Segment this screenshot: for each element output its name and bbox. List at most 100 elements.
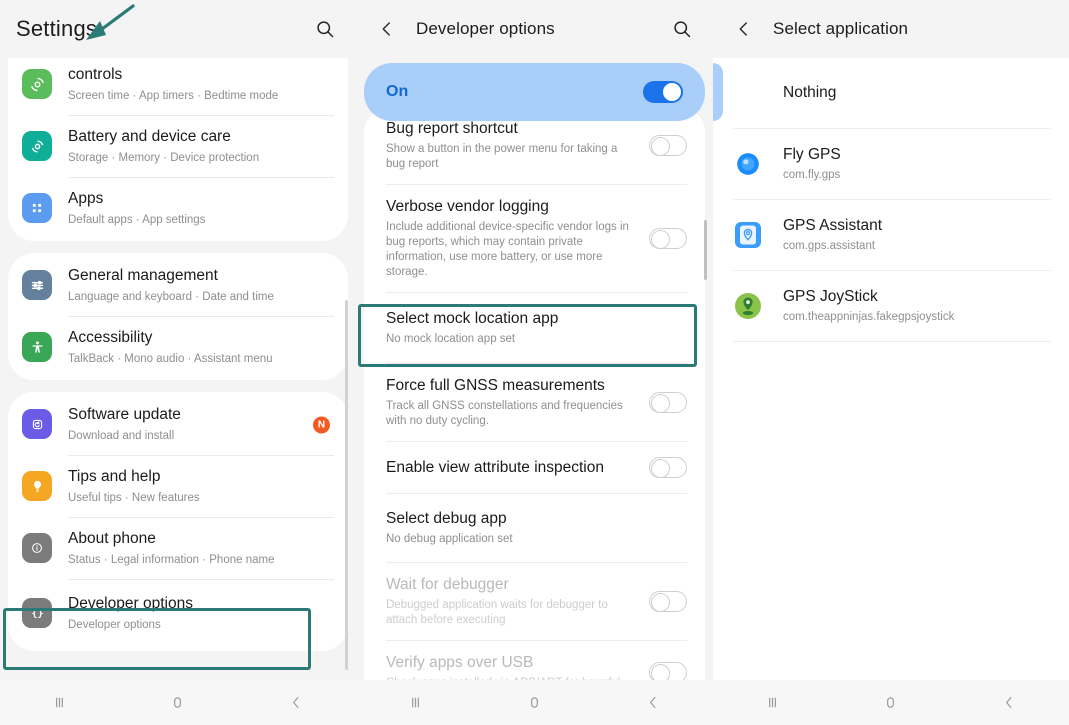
settings-item-label: Software update [68, 405, 334, 425]
settings-item-label: Apps [68, 189, 334, 209]
app-package: com.theappninjas.fakegpsjoystick [783, 309, 954, 325]
master-toggle-label: On [386, 83, 408, 101]
dev-item-label: Verify apps over USB [386, 653, 635, 673]
home-icon[interactable] [156, 681, 200, 725]
dev-item-wait-for-debugger: Wait for debugger Debugged application w… [364, 563, 705, 640]
toggle-switch[interactable] [649, 457, 687, 478]
back-chevron-icon[interactable] [729, 14, 759, 44]
dev-item-label: Select debug app [386, 509, 673, 529]
settings-item-label: Battery and device care [68, 127, 334, 147]
dev-item-sub: Show a button in the power menu for taki… [386, 142, 635, 172]
home-icon[interactable] [513, 681, 557, 725]
sidebar-item-general-management[interactable]: General management Language and keyboard… [8, 255, 348, 316]
settings-group-1: controls Screen time · App timers · Bedt… [8, 58, 348, 241]
toggle-switch[interactable] [649, 135, 687, 156]
settings-item-label: About phone [68, 529, 334, 549]
recents-icon[interactable] [394, 681, 438, 725]
application-list: Nothing Fly GPS com.fly.gps [713, 58, 1069, 342]
sidebar-item-controls[interactable]: controls Screen time · App timers · Bedt… [8, 58, 348, 115]
master-toggle-switch[interactable] [643, 81, 683, 103]
application-list-scroll-area[interactable]: Nothing Fly GPS com.fly.gps [713, 58, 1069, 680]
app-package: com.gps.assistant [783, 238, 882, 254]
sidebar-item-apps[interactable]: Apps Default apps · App settings [8, 178, 348, 239]
settings-item-sub: Storage · Memory · Device protection [68, 150, 334, 166]
developer-options-header: Developer options [356, 0, 713, 58]
scrollbar[interactable] [704, 220, 707, 280]
dev-item-bug-report-shortcut[interactable]: Bug report shortcut Show a button in the… [364, 113, 705, 184]
dev-item-sub: Check apps installed via ADB/ADT for har… [386, 676, 635, 680]
battery-care-icon [22, 131, 52, 161]
developer-options-scroll-area[interactable]: On Bug report shortcut Show a button in … [356, 58, 713, 680]
dev-item-sub: No debug application set [386, 532, 673, 547]
dev-item-select-mock-location-app[interactable]: Select mock location app No mock locatio… [364, 293, 705, 363]
select-application-header: Select application [713, 0, 1069, 58]
dev-item-label: Force full GNSS measurements [386, 376, 635, 396]
lightbulb-icon [22, 471, 52, 501]
settings-item-label: Tips and help [68, 467, 334, 487]
dev-item-sub: Debugged application waits for debugger … [386, 598, 635, 628]
panel-developer-options: Developer options On Bug report shortcut… [356, 0, 713, 725]
apps-grid-icon [22, 193, 52, 223]
settings-item-label: General management [68, 266, 334, 286]
dev-item-label: Verbose vendor logging [386, 197, 635, 217]
settings-header: Settings [0, 0, 356, 58]
dev-item-enable-view-attribute-inspection[interactable]: Enable view attribute inspection [364, 442, 705, 493]
page-title: Developer options [416, 19, 555, 39]
home-icon[interactable] [869, 681, 913, 725]
settings-group-2: General management Language and keyboard… [8, 253, 348, 380]
scrollbar[interactable] [345, 300, 348, 670]
digital-wellbeing-icon [22, 69, 52, 99]
dev-item-label: Select mock location app [386, 309, 673, 329]
settings-item-sub: Language and keyboard · Date and time [68, 289, 334, 305]
settings-item-label: controls [68, 65, 334, 85]
back-icon[interactable] [632, 681, 676, 725]
settings-item-sub: Status · Legal information · Phone name [68, 552, 334, 568]
page-title: Select application [773, 19, 908, 39]
toggle-switch [649, 591, 687, 612]
sliders-icon [22, 270, 52, 300]
search-icon[interactable] [310, 14, 340, 44]
list-item-gps-assistant[interactable]: GPS Assistant com.gps.assistant [713, 200, 1069, 270]
sidebar-item-tips-and-help[interactable]: Tips and help Useful tips · New features [8, 456, 348, 517]
settings-item-sub: Screen time · App timers · Bedtime mode [68, 88, 334, 104]
app-label: GPS JoyStick [783, 287, 954, 307]
recents-icon[interactable] [37, 681, 81, 725]
sidebar-item-about-phone[interactable]: About phone Status · Legal information ·… [8, 518, 348, 579]
settings-group-3: Software update Download and install N [8, 392, 348, 651]
three-panel-screenshot: Settings [0, 0, 1069, 725]
info-icon [22, 533, 52, 563]
dev-item-verify-apps-over-usb: Verify apps over USB Check apps installe… [364, 641, 705, 680]
dev-item-select-debug-app[interactable]: Select debug app No debug application se… [364, 494, 705, 562]
dev-item-force-full-gnss-measurements[interactable]: Force full GNSS measurements Track all G… [364, 364, 705, 441]
dev-item-label: Enable view attribute inspection [386, 458, 635, 478]
developer-options-master-toggle-row[interactable]: On [364, 63, 705, 121]
list-item-fly-gps[interactable]: Fly GPS com.fly.gps [713, 129, 1069, 199]
adjacent-panel-pill-bleed [713, 63, 723, 121]
back-chevron-icon[interactable] [372, 14, 402, 44]
braces-icon [22, 598, 52, 628]
app-package: com.fly.gps [783, 167, 841, 183]
sidebar-item-battery-and-device-care[interactable]: Battery and device care Storage · Memory… [8, 116, 348, 177]
dev-item-sub: Track all GNSS constellations and freque… [386, 399, 635, 429]
gps-joystick-icon [733, 291, 763, 321]
dev-item-sub: Include additional device-specific vendo… [386, 220, 635, 280]
settings-scroll-area[interactable]: controls Screen time · App timers · Bedt… [0, 58, 356, 680]
dev-item-label: Wait for debugger [386, 575, 635, 595]
accessibility-icon [22, 332, 52, 362]
list-item-nothing[interactable]: Nothing [713, 58, 1069, 128]
list-item-gps-joystick[interactable]: GPS JoyStick com.theappninjas.fakegpsjoy… [713, 271, 1069, 341]
search-icon[interactable] [667, 14, 697, 44]
toggle-switch[interactable] [649, 228, 687, 249]
recents-icon[interactable] [750, 681, 794, 725]
dev-item-sub: No mock location app set [386, 332, 673, 347]
sidebar-item-developer-options[interactable]: Developer options Developer options [8, 580, 348, 649]
app-label: Nothing [783, 83, 836, 103]
back-icon[interactable] [275, 681, 319, 725]
toggle-switch [649, 662, 687, 681]
sidebar-item-accessibility[interactable]: Accessibility TalkBack · Mono audio · As… [8, 317, 348, 378]
dev-item-verbose-vendor-logging[interactable]: Verbose vendor logging Include additiona… [364, 185, 705, 292]
toggle-switch[interactable] [649, 392, 687, 413]
sidebar-item-software-update[interactable]: Software update Download and install N [8, 394, 348, 455]
back-icon[interactable] [988, 681, 1032, 725]
page-title: Settings [16, 16, 97, 42]
